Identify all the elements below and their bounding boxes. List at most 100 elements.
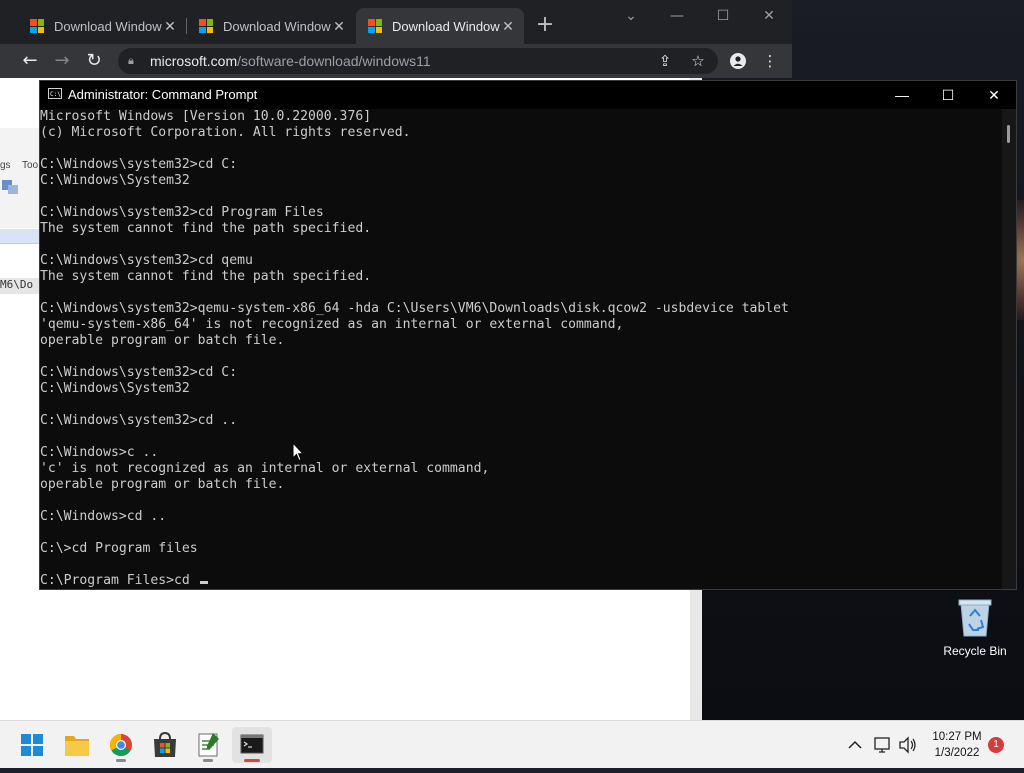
lock-icon: 🔒︎ — [128, 55, 134, 67]
new-tab-icon[interactable]: + — [534, 14, 556, 36]
recycle-bin-icon — [958, 596, 992, 638]
console-line: C:\Windows\system32>cd C: — [40, 157, 238, 172]
chrome-button[interactable] — [101, 727, 141, 763]
share-icon[interactable]: ⇪ — [654, 50, 676, 72]
active-indicator — [244, 759, 260, 762]
mouse-pointer-icon — [292, 441, 305, 462]
file-explorer-icon — [65, 736, 89, 756]
command-prompt-icon — [240, 734, 264, 754]
start-button[interactable] — [12, 727, 52, 763]
address-bar[interactable]: 🔒︎ microsoft.com/software-download/windo… — [118, 48, 718, 74]
microsoft-logo-icon — [368, 19, 382, 33]
tab-close-icon[interactable]: ✕ — [162, 18, 178, 35]
notification-badge[interactable]: 1 — [988, 737, 1004, 753]
toolbar: ← → ↻ 🔒︎ microsoft.com/software-download… — [0, 44, 792, 78]
console-line: C:\Windows\System32 — [40, 173, 190, 188]
command-prompt-icon: C:\ — [48, 88, 62, 99]
background-path-fragment: M6\Do — [0, 278, 40, 294]
browser-tab[interactable]: Download Window ✕ — [18, 8, 186, 44]
running-indicator — [203, 759, 213, 762]
chrome-window[interactable]: Download Window ✕ Download Window ✕ Down… — [0, 0, 792, 78]
browser-tab[interactable]: Download Window ✕ — [187, 8, 355, 44]
minimize-icon[interactable]: — — [879, 81, 925, 109]
maximize-icon[interactable]: ☐ — [925, 81, 971, 109]
background-text-snippet: gs — [0, 160, 11, 171]
console-line: C:\>cd Program files — [40, 541, 198, 556]
console-line: 'c' is not recognized as an internal or … — [40, 461, 490, 476]
console-line: operable program or batch file. — [40, 477, 285, 492]
back-icon[interactable]: ← — [19, 50, 41, 72]
recycle-bin-label: Recycle Bin — [943, 644, 1007, 658]
volume-icon[interactable] — [897, 721, 919, 769]
tab-title: Download Window — [223, 18, 331, 34]
minimize-icon[interactable]: — — [662, 6, 692, 26]
taskbar: 10:27 PM 1/3/2022 1 — [0, 720, 1024, 768]
console-line: Microsoft Windows [Version 10.0.22000.37… — [40, 109, 372, 124]
close-icon[interactable]: ✕ — [754, 6, 784, 26]
close-icon[interactable]: ✕ — [971, 81, 1017, 109]
tab-title: Download Window — [54, 18, 162, 34]
console-line: C:\Program Files>cd — [40, 573, 1002, 589]
tab-strip: Download Window ✕ Download Window ✕ Down… — [0, 0, 792, 44]
console-output[interactable]: Microsoft Windows [Version 10.0.22000.37… — [40, 109, 1002, 589]
bookmark-star-icon[interactable]: ☆ — [687, 50, 709, 72]
console-line: C:\Windows\system32>cd qemu — [40, 253, 253, 268]
background-selection — [0, 229, 40, 243]
console-line: C:\Windows\system32>cd C: — [40, 365, 238, 380]
tab-close-icon[interactable]: ✕ — [331, 18, 347, 35]
url-host: microsoft.com — [150, 53, 238, 69]
console-line: operable program or batch file. — [40, 333, 285, 348]
console-line: C:\Windows\System32 — [40, 381, 190, 396]
microsoft-store-button[interactable] — [145, 727, 185, 763]
menu-kebab-icon[interactable]: ⋮ — [759, 50, 781, 72]
reload-icon[interactable]: ↻ — [83, 50, 105, 72]
background-toolbar-icon — [0, 178, 20, 196]
url-text: microsoft.com/software-download/windows1… — [150, 48, 431, 74]
vertical-scrollbar[interactable] — [1002, 109, 1016, 589]
console-line: C:\Windows\system32>cd .. — [40, 413, 238, 428]
console-line: 'qemu-system-x86_64' is not recognized a… — [40, 317, 624, 332]
notepad-button[interactable] — [188, 727, 228, 763]
url-path: /software-download/windows11 — [237, 53, 431, 69]
system-clock[interactable]: 10:27 PM 1/3/2022 — [920, 729, 994, 761]
forward-icon[interactable]: → — [51, 50, 73, 72]
recycle-bin[interactable]: Recycle Bin — [940, 596, 1010, 658]
tab-search-icon[interactable]: ⌄ — [616, 6, 646, 26]
running-indicator — [116, 759, 126, 762]
tab-title: Download Window — [392, 18, 500, 34]
profile-icon[interactable] — [727, 50, 749, 72]
browser-tab-active[interactable]: Download Window ✕ — [356, 8, 524, 44]
maximize-icon[interactable]: ☐ — [708, 6, 738, 26]
clock-time: 10:27 PM — [932, 731, 982, 743]
notepad-icon — [198, 733, 219, 757]
microsoft-logo-icon — [30, 19, 44, 33]
show-hidden-icons-icon[interactable] — [846, 721, 864, 769]
tab-close-icon[interactable]: ✕ — [500, 18, 516, 35]
file-explorer-button[interactable] — [57, 727, 97, 763]
background-divider — [0, 243, 40, 244]
clock-date: 1/3/2022 — [934, 747, 980, 759]
background-text-snippet: Too — [22, 160, 39, 171]
console-line: C:\Windows\system32>cd Program Files — [40, 205, 324, 220]
command-prompt-window[interactable]: C:\ Administrator: Command Prompt — ☐ ✕ … — [39, 80, 1017, 590]
console-line: C:\Windows>cd .. — [40, 509, 167, 524]
network-icon[interactable] — [872, 721, 894, 769]
console-line: C:\Windows>c .. — [40, 445, 159, 460]
console-line: The system cannot find the path specifie… — [40, 269, 372, 284]
console-line: (c) Microsoft Corporation. All rights re… — [40, 125, 411, 140]
start-icon — [21, 734, 43, 756]
command-prompt-button[interactable] — [232, 727, 272, 763]
scrollbar-thumb[interactable] — [1007, 125, 1010, 143]
window-title: Administrator: Command Prompt — [68, 87, 258, 102]
cmd-titlebar[interactable]: C:\ Administrator: Command Prompt — ☐ ✕ — [40, 81, 1016, 109]
